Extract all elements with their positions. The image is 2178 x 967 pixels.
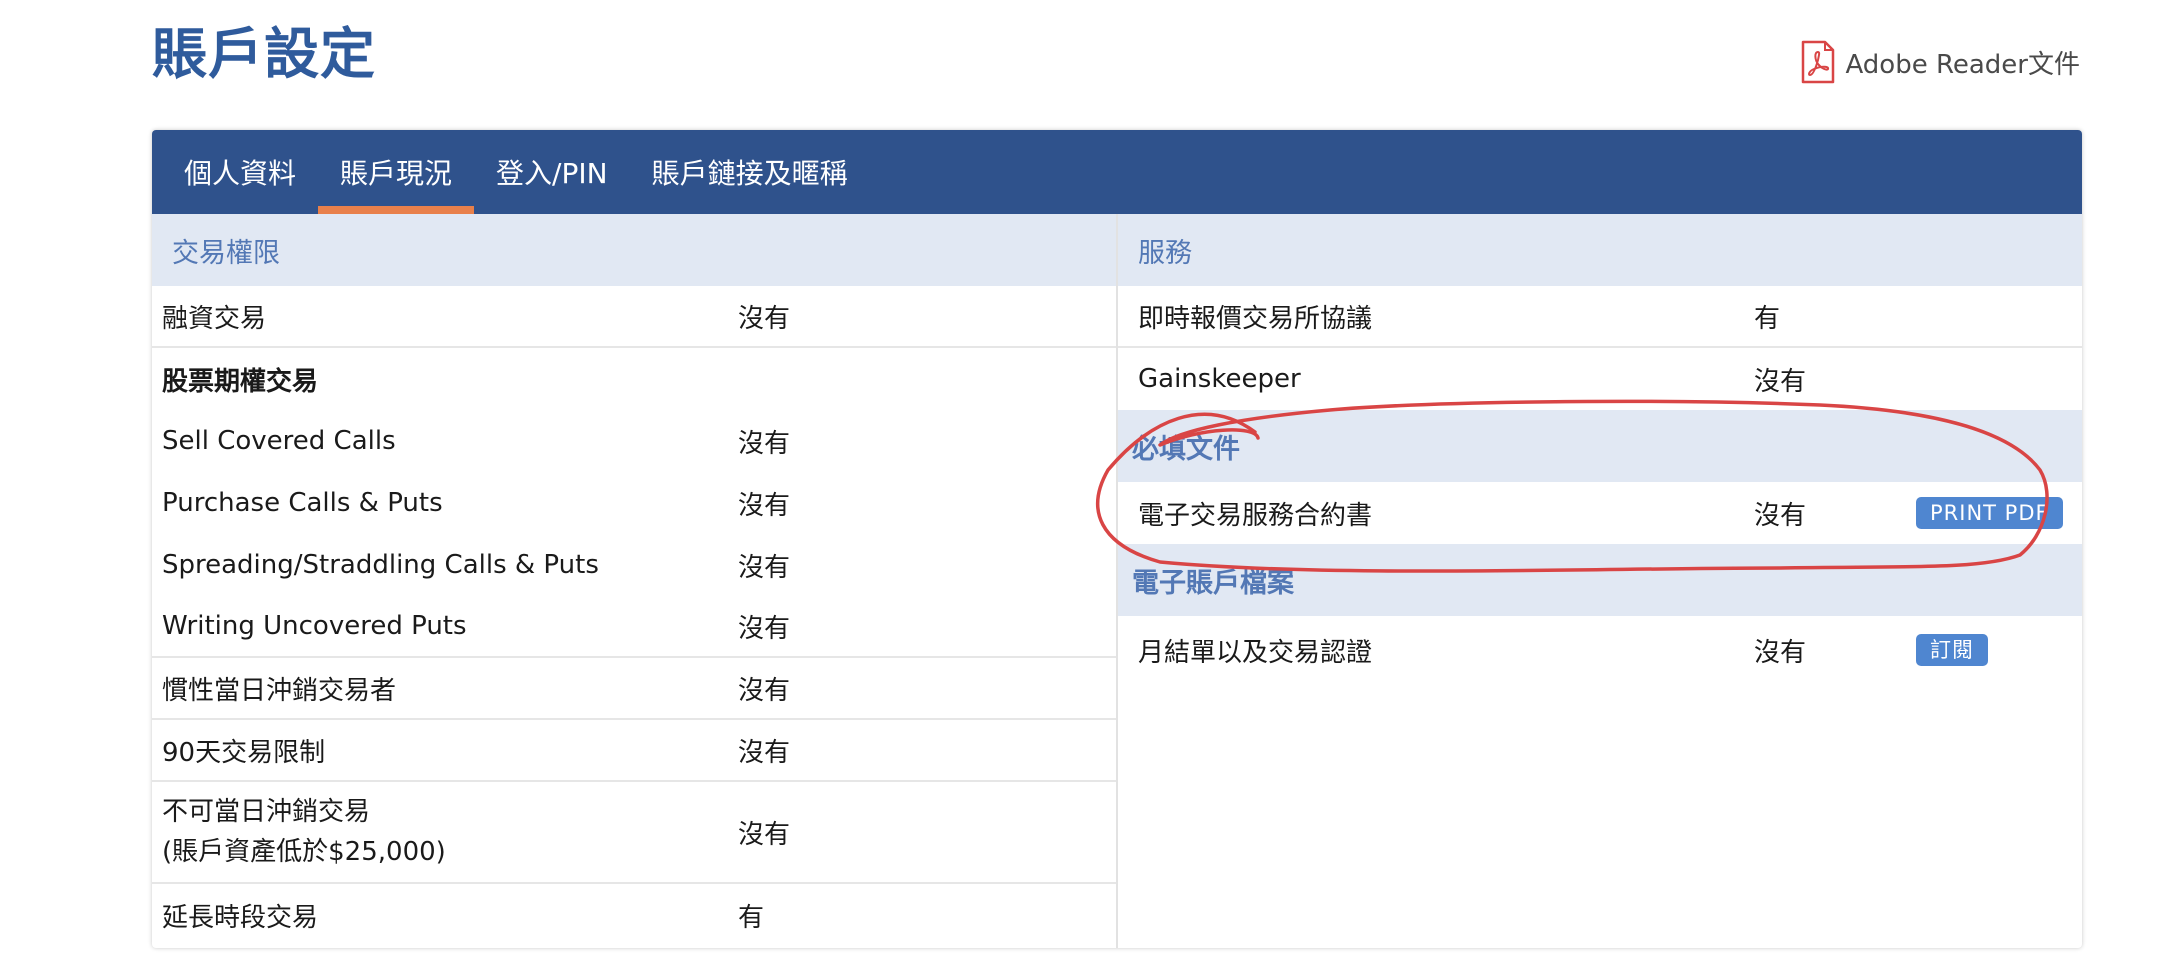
row-label: 融資交易 bbox=[162, 303, 267, 334]
trading-permissions-column: 交易權限 融資交易 沒有 股票期權交易 Sell Covered Calls 沒… bbox=[152, 214, 1118, 948]
page-title: 賬戶設定 bbox=[152, 22, 377, 86]
tab-personal-info[interactable]: 個人資料 bbox=[162, 130, 318, 214]
adobe-reader-link[interactable]: Adobe Reader文件 bbox=[1801, 40, 2080, 84]
tab-account-status[interactable]: 賬戶現況 bbox=[318, 130, 475, 214]
row-label: Sell Covered Calls bbox=[162, 426, 396, 456]
row-value: 有 bbox=[738, 902, 765, 933]
row-label: Spreading/Straddling Calls & Puts bbox=[162, 550, 599, 580]
table-row: Gainskeeper 沒有 bbox=[1118, 348, 2082, 410]
table-row: 月結單以及交易認證 沒有 訂閱 bbox=[1118, 616, 2082, 684]
row-label: 不可當日沖銷交易 (賬戶資產低於$25,000) bbox=[162, 792, 738, 872]
row-label-line1: 不可當日沖銷交易 bbox=[162, 797, 371, 827]
table-row: Writing Uncovered Puts 沒有 bbox=[152, 596, 1116, 658]
subscribe-button[interactable]: 訂閱 bbox=[1916, 634, 1988, 666]
table-row: 電子交易服務合約書 沒有 PRINT PDF bbox=[1118, 482, 2082, 544]
row-value: 沒有 bbox=[738, 819, 791, 850]
row-value: 沒有 bbox=[738, 428, 791, 459]
row-value: 有 bbox=[1754, 303, 1781, 334]
row-label: 電子交易服務合約書 bbox=[1138, 500, 1373, 531]
account-settings-panel: 個人資料 賬戶現況 登入/PIN 賬戶鏈接及暱稱 交易權限 融資交易 沒有 股票… bbox=[152, 130, 2082, 948]
tab-bar: 個人資料 賬戶現況 登入/PIN 賬戶鏈接及暱稱 bbox=[152, 130, 2082, 214]
table-row: 90天交易限制 沒有 bbox=[152, 720, 1116, 782]
adobe-reader-label: Adobe Reader文件 bbox=[1845, 49, 2080, 80]
table-row: 即時報價交易所協議 有 bbox=[1118, 286, 2082, 348]
row-value: 沒有 bbox=[738, 490, 791, 521]
table-row: 融資交易 沒有 bbox=[152, 286, 1116, 348]
table-row: 延長時段交易 有 bbox=[152, 884, 1116, 946]
tab-account-links[interactable]: 賬戶鏈接及暱稱 bbox=[630, 130, 870, 214]
table-row: Sell Covered Calls 沒有 bbox=[152, 410, 1116, 472]
section-header-electronic-documents: 電子賬戶檔案 bbox=[1118, 544, 2082, 616]
table-row: Spreading/Straddling Calls & Puts 沒有 bbox=[152, 534, 1116, 596]
row-label: 延長時段交易 bbox=[162, 902, 319, 933]
table-row: 慣性當日沖銷交易者 沒有 bbox=[152, 658, 1116, 720]
row-label: 股票期權交易 bbox=[162, 366, 319, 397]
row-value: 沒有 bbox=[1754, 500, 1807, 531]
section-header-trading-permissions: 交易權限 bbox=[152, 214, 1116, 286]
row-value: 沒有 bbox=[738, 613, 791, 644]
table-row: 股票期權交易 bbox=[152, 348, 1116, 410]
row-value: 沒有 bbox=[738, 552, 791, 583]
section-header-required-documents: 必填文件 bbox=[1118, 410, 2082, 482]
tab-login-pin[interactable]: 登入/PIN bbox=[474, 130, 630, 214]
pdf-icon bbox=[1801, 40, 1835, 84]
row-label: 90天交易限制 bbox=[162, 737, 326, 768]
row-label: 月結單以及交易認證 bbox=[1138, 637, 1373, 668]
row-label: 慣性當日沖銷交易者 bbox=[162, 675, 397, 706]
table-row: 不可當日沖銷交易 (賬戶資產低於$25,000) 沒有 bbox=[152, 782, 1116, 884]
print-pdf-button[interactable]: PRINT PDF bbox=[1916, 497, 2063, 529]
row-value: 沒有 bbox=[738, 675, 791, 706]
section-header-services: 服務 bbox=[1118, 214, 2082, 286]
row-label: Gainskeeper bbox=[1138, 364, 1301, 394]
row-value: 沒有 bbox=[1754, 637, 1807, 668]
row-label: Purchase Calls & Puts bbox=[162, 488, 443, 518]
services-column: 服務 即時報價交易所協議 有 Gainskeeper 沒有 必填文件 電子交易服… bbox=[1118, 214, 2082, 948]
row-label-line2: (賬戶資產低於$25,000) bbox=[162, 837, 446, 867]
row-value: 沒有 bbox=[1754, 366, 1807, 397]
row-label: 即時報價交易所協議 bbox=[1138, 303, 1373, 334]
row-value: 沒有 bbox=[738, 737, 791, 768]
table-row: Purchase Calls & Puts 沒有 bbox=[152, 472, 1116, 534]
row-label: Writing Uncovered Puts bbox=[162, 611, 467, 641]
row-value: 沒有 bbox=[738, 303, 791, 334]
